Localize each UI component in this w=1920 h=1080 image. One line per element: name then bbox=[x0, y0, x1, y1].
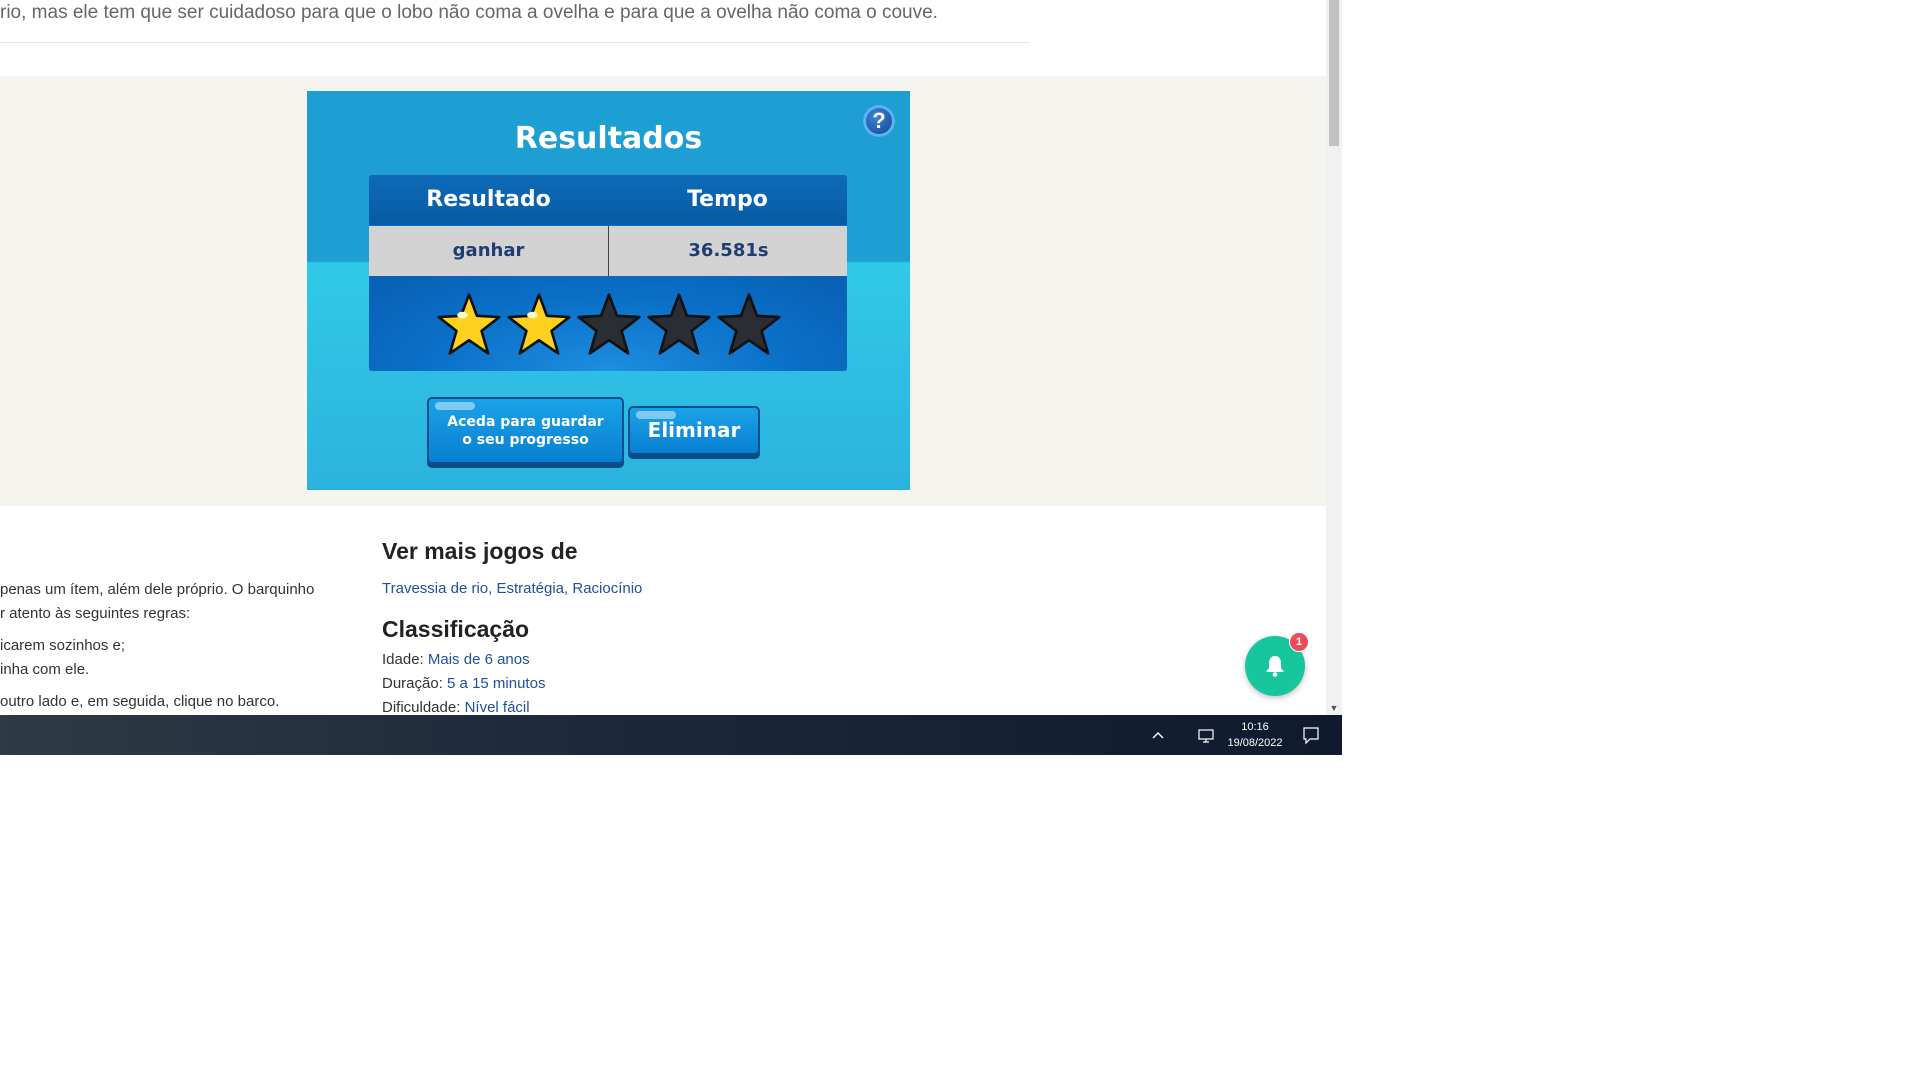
results-row: ganhar 36.581s bbox=[369, 226, 847, 276]
delete-button-label: Eliminar bbox=[647, 418, 741, 442]
browser-viewport: rio, mas ele tem que ser cuidadoso para … bbox=[0, 0, 1342, 715]
notification-badge: 1 bbox=[1289, 632, 1309, 652]
star-empty-icon bbox=[717, 293, 781, 355]
age-label: Idade: bbox=[382, 651, 424, 668]
difficulty-link[interactable]: Nível fácil bbox=[465, 699, 530, 715]
save-progress-button[interactable]: Aceda para guardar o seu progresso bbox=[427, 397, 624, 464]
button-shine bbox=[636, 411, 676, 419]
column-resultado: Resultado bbox=[426, 187, 551, 212]
rating-area bbox=[369, 276, 847, 371]
duration-link[interactable]: 5 a 15 minutos bbox=[447, 675, 545, 692]
button-shine bbox=[435, 402, 475, 410]
instructions-text: penas um ítem, além dele próprio. O barq… bbox=[0, 578, 340, 714]
results-title: Resultados bbox=[514, 121, 703, 156]
star-filled-icon bbox=[437, 293, 501, 355]
taskbar-clock[interactable]: 10:16 19/08/2022 bbox=[1220, 719, 1290, 751]
results-header: Resultado Tempo bbox=[369, 175, 847, 225]
difficulty-label: Dificuldade: bbox=[382, 699, 461, 715]
save-progress-line2: o seu progresso bbox=[462, 432, 589, 448]
bell-icon bbox=[1266, 656, 1284, 677]
instruction-line: icarem sozinhos e; bbox=[0, 637, 126, 654]
duration-row: Duração: 5 a 15 minutos bbox=[382, 672, 882, 696]
scrollbar-thumb[interactable] bbox=[1329, 0, 1339, 146]
clock-date: 19/08/2022 bbox=[1227, 737, 1283, 749]
classification-heading: Classificação bbox=[382, 616, 530, 642]
network-icon[interactable] bbox=[1191, 715, 1221, 755]
age-link[interactable]: Mais de 6 anos bbox=[428, 651, 530, 668]
clock-time: 10:16 bbox=[1241, 721, 1269, 733]
instruction-line: penas um ítem, além dele próprio. O barq… bbox=[0, 581, 315, 598]
game-intro-text: rio, mas ele tem que ser cuidadoso para … bbox=[0, 0, 1030, 43]
category-links[interactable]: Travessia de rio, Estratégia, Raciocínio bbox=[382, 580, 882, 606]
star-filled-icon bbox=[507, 293, 571, 355]
delete-button[interactable]: Eliminar bbox=[628, 406, 760, 455]
time-value: 36.581s bbox=[688, 240, 769, 261]
star-empty-icon bbox=[647, 293, 711, 355]
results-panel: Resultado Tempo ganhar 36.581s bbox=[369, 175, 847, 371]
windows-taskbar: 10:16 19/08/2022 bbox=[0, 715, 1342, 755]
scroll-down-arrow-icon[interactable]: ▼ bbox=[1326, 701, 1342, 715]
instruction-line: outro lado e, em seguida, clique no barc… bbox=[0, 693, 280, 710]
star-empty-icon bbox=[577, 293, 641, 355]
more-games-heading: Ver mais jogos de bbox=[382, 538, 578, 564]
page-scrollbar[interactable]: ▼ bbox=[1326, 0, 1342, 715]
instruction-line: r atento às seguintes regras: bbox=[0, 605, 191, 622]
game-frame[interactable]: ? Resultados Resultado Tempo ganhar 36.5… bbox=[307, 91, 910, 490]
duration-label: Duração: bbox=[382, 675, 443, 692]
age-row: Idade: Mais de 6 anos bbox=[382, 648, 882, 672]
difficulty-row: Dificuldade: Nível fácil bbox=[382, 696, 882, 715]
action-center-icon[interactable] bbox=[1296, 715, 1326, 755]
result-value: ganhar bbox=[452, 240, 525, 261]
column-tempo: Tempo bbox=[687, 187, 768, 212]
game-info-sidebar: Ver mais jogos de Travessia de rio, Estr… bbox=[382, 538, 882, 715]
show-hidden-icons-chevron-icon[interactable] bbox=[1143, 715, 1173, 755]
notification-button[interactable]: 1 bbox=[1245, 632, 1309, 696]
star-rating bbox=[436, 292, 781, 358]
instruction-line: inha com ele. bbox=[0, 661, 90, 678]
